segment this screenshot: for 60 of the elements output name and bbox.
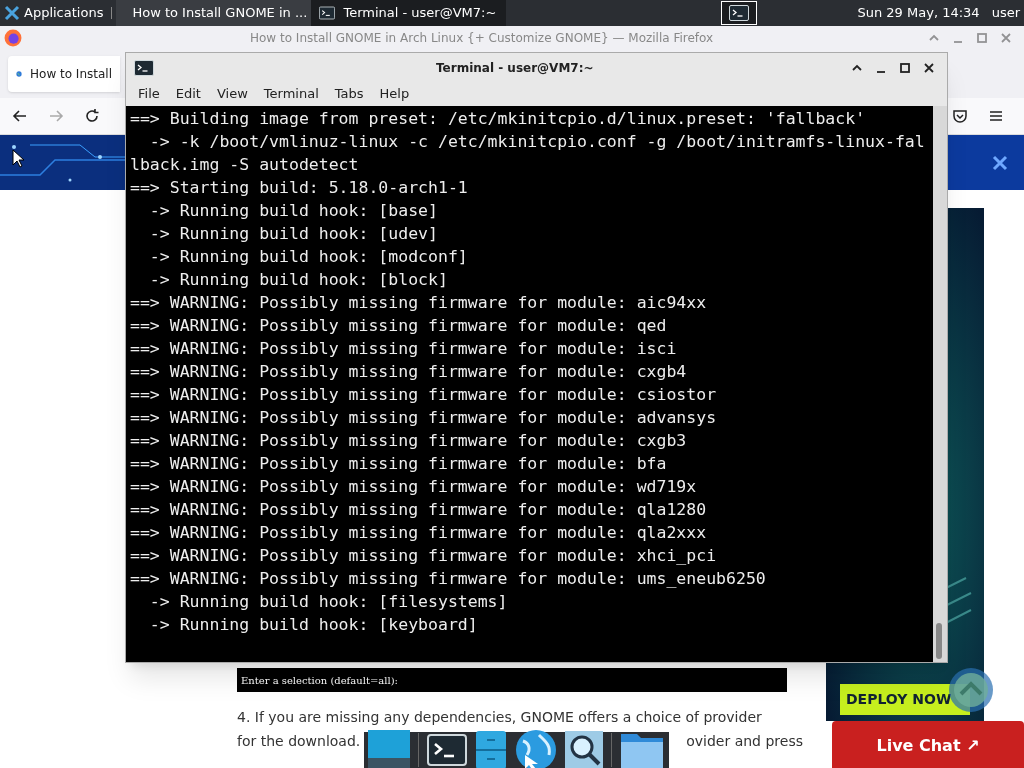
terminal-line: -> Running build hook: [block] bbox=[148, 269, 448, 291]
back-icon[interactable] bbox=[12, 108, 28, 124]
terminal-line: ==> WARNING: Possibly missing firmware for module: advansys bbox=[130, 407, 717, 429]
terminal-line: ==> WARNING: Possibly missing firmware for module: cxgb4 bbox=[130, 361, 687, 383]
paragraph-text: for the download. bbox=[237, 732, 361, 751]
terminal-line: ==> WARNING: Possibly missing firmware for module: wd719x bbox=[130, 476, 697, 498]
terminal-line: ==> WARNING: Possibly missing firmware for module: ums_eneub6250 bbox=[130, 568, 766, 590]
mouse-pointer-icon bbox=[12, 149, 26, 169]
paragraph-text: ovider and press bbox=[686, 732, 803, 751]
terminal-line: -> Running build hook: [modconf] bbox=[148, 246, 468, 268]
terminal-line: -> Running build hook: [filesystems] bbox=[148, 591, 508, 613]
menu-item[interactable]: View bbox=[216, 84, 248, 104]
terminal-line: ==> WARNING: Possibly missing firmware for module: cxgb3 bbox=[130, 430, 687, 452]
close-icon[interactable] bbox=[923, 61, 935, 74]
terminal-icon bbox=[729, 5, 750, 21]
paragraph-text: 4. If you are missing any dependencies, GNOME offers a choice of provider bbox=[237, 708, 762, 727]
terminal-line: ==> WARNING: Possibly missing firmware for module: qla1280 bbox=[130, 499, 707, 521]
terminal-line: ==> WARNING: Possibly missing firmware for module: bfa bbox=[130, 453, 667, 475]
terminal-icon bbox=[427, 733, 467, 767]
desktop-icon[interactable] bbox=[368, 730, 410, 768]
menu-icon[interactable] bbox=[988, 108, 1004, 124]
clock: Sun 29 May, 14:34 bbox=[857, 4, 980, 23]
user-name: user bbox=[991, 4, 1020, 23]
terminal-icon bbox=[319, 5, 336, 21]
maximize-icon[interactable] bbox=[899, 61, 911, 74]
reload-icon[interactable] bbox=[84, 108, 100, 124]
terminal-line: ==> WARNING: Possibly missing firmware for module: xhci_pci bbox=[130, 545, 717, 567]
terminal-line: ==> Building image from preset: /etc/mkinitcpio.d/linux.preset: 'fallback' bbox=[130, 108, 866, 130]
menu-item[interactable]: Help bbox=[379, 84, 410, 104]
workspace-switcher[interactable] bbox=[721, 1, 758, 25]
taskbar-button[interactable]: Terminal - user@VM7:~ bbox=[311, 0, 507, 26]
file-cabinet-icon[interactable] bbox=[475, 730, 507, 768]
globe-icon[interactable] bbox=[515, 729, 557, 768]
terminal-line: -> Running build hook: [keyboard] bbox=[148, 614, 478, 636]
browser-icon bbox=[4, 29, 22, 47]
menu-logo-icon bbox=[4, 5, 20, 21]
window-title: How to Install GNOME in Arch Linux {+ Customize GNOME} — Mozilla Firefox bbox=[250, 30, 714, 47]
menu-item[interactable]: Edit bbox=[175, 84, 201, 104]
terminal-line: ==> WARNING: Possibly missing firmware for module: aic94xx bbox=[130, 292, 707, 314]
window-title: Terminal - user@VM7:~ bbox=[436, 59, 594, 77]
taskbar-button[interactable]: How to Install GNOME in ... bbox=[116, 0, 312, 26]
pocket-icon[interactable] bbox=[952, 108, 968, 124]
terminal-line: ==> WARNING: Possibly missing firmware for module: qed bbox=[130, 315, 667, 337]
terminal-line: -> Running build hook: [base] bbox=[148, 200, 438, 222]
menu-item[interactable]: Terminal bbox=[263, 84, 319, 104]
terminal-line: ==> WARNING: Possibly missing firmware for module: isci bbox=[130, 338, 677, 360]
terminal-icon bbox=[134, 58, 154, 77]
menu-item[interactable]: File bbox=[138, 84, 160, 104]
search-icon[interactable] bbox=[565, 731, 603, 768]
menu-item[interactable]: Tabs bbox=[334, 84, 364, 104]
code-text: Enter a selection (default=all): bbox=[241, 673, 398, 688]
browser-tab[interactable]: How to Install bbox=[8, 56, 120, 92]
terminal-line: ==> WARNING: Possibly missing firmware for module: csiostor bbox=[130, 384, 717, 406]
applications-menu[interactable]: Applications bbox=[0, 0, 108, 26]
terminal-line: -> -k /boot/vmlinuz-linux -c /etc/mkinitcpio.conf -g /boot/initramfs-linux-fal bbox=[148, 131, 925, 153]
terminal-line: ==> WARNING: Possibly missing firmware for module: qla2xxx bbox=[130, 522, 707, 544]
terminal-line: lback.img -S autodetect bbox=[130, 154, 359, 176]
terminal-line: ==> Starting build: 5.18.0-arch1-1 bbox=[130, 177, 468, 199]
terminal-line: -> Running build hook: [udev] bbox=[148, 223, 438, 245]
live-chat-button[interactable]: Live Chat ↗ bbox=[832, 721, 1024, 768]
